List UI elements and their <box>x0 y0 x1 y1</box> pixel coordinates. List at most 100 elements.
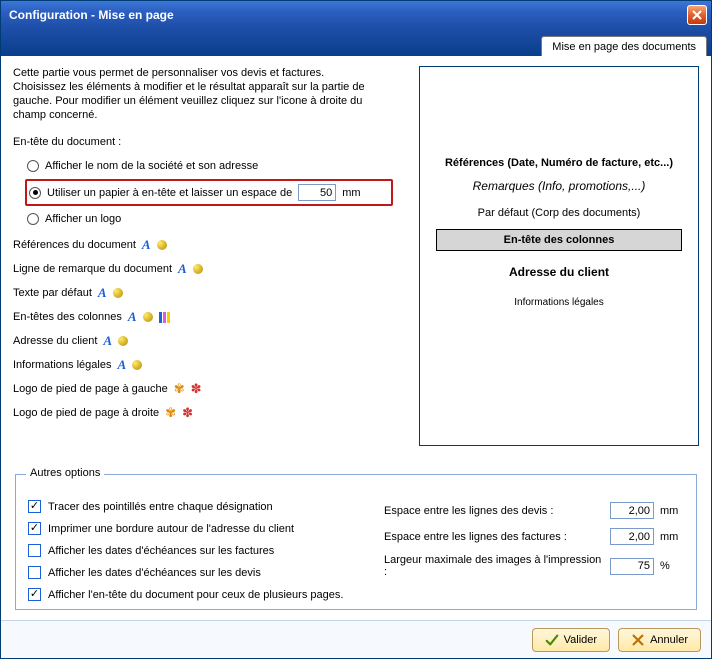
content-area: Cette partie vous permet de personnalise… <box>1 56 711 618</box>
checkbox-icon <box>28 500 41 513</box>
window-title: Configuration - Mise en page <box>9 8 174 22</box>
opt-label: Références du document <box>13 239 136 251</box>
preview-legal: Informations légales <box>430 297 688 308</box>
cancel-icon <box>631 633 645 647</box>
ok-button[interactable]: Valider <box>532 628 610 652</box>
checkbox-column: Tracer des pointillés entre chaque désig… <box>28 493 354 608</box>
opt-col-headers[interactable]: En-têtes des colonnes A <box>13 309 403 325</box>
opt-footer-logo-right[interactable]: Logo de pied de page à droite ✾ ✽ <box>13 405 403 421</box>
opt-label: Ligne de remarque du document <box>13 263 172 275</box>
footer-buttons: Valider Annuler <box>1 620 711 658</box>
opt-doc-refs[interactable]: Références du document A <box>13 237 403 253</box>
group-legend: Autres options <box>26 467 104 479</box>
factures-spacing-input[interactable] <box>610 528 654 545</box>
chk-border[interactable]: Imprimer une bordure autour de l'adresse… <box>28 520 354 537</box>
chk-quote-dates[interactable]: Afficher les dates d'échéances sur les d… <box>28 564 354 581</box>
preview-client-address: Adresse du client <box>430 265 688 279</box>
radio-show-company[interactable]: Afficher le nom de la société et son adr… <box>27 156 403 176</box>
radio-use-paper-label: Utiliser un papier à en-tête et laisser … <box>47 187 292 199</box>
spacing-column: Espace entre les lignes des devis : mm E… <box>384 493 684 608</box>
chk-label: Afficher l'en-tête du document pour ceux… <box>48 589 343 601</box>
preview-panel: Références (Date, Numéro de facture, etc… <box>419 66 699 446</box>
chk-label: Tracer des pointillés entre chaque désig… <box>48 501 273 513</box>
chk-label: Afficher les dates d'échéances sur les f… <box>48 545 274 557</box>
unit-mm: mm <box>342 187 360 199</box>
devis-spacing-input[interactable] <box>610 502 654 519</box>
checkbox-icon <box>28 588 41 601</box>
font-icon: A <box>98 285 107 301</box>
flower-icon-red: ✽ <box>182 405 193 421</box>
color-dot-icon <box>132 360 142 370</box>
flower-icon: ✾ <box>174 381 185 397</box>
radio-use-paper-highlight: Utiliser un papier à en-tête et laisser … <box>25 179 393 206</box>
opt-client-address[interactable]: Adresse du client A <box>13 333 403 349</box>
radio-show-logo[interactable]: Afficher un logo <box>27 209 403 229</box>
chk-multipage-header[interactable]: Afficher l'en-tête du document pour ceux… <box>28 586 354 603</box>
checkbox-icon <box>28 566 41 579</box>
color-dot-icon <box>157 240 167 250</box>
opt-remark-line[interactable]: Ligne de remarque du document A <box>13 261 403 277</box>
chk-label: Afficher les dates d'échéances sur les d… <box>48 567 261 579</box>
opt-label: Logo de pied de page à gauche <box>13 383 168 395</box>
opt-label: En-têtes des colonnes <box>13 311 122 323</box>
unit-mm: mm <box>660 505 684 517</box>
intro-text: Cette partie vous permet de personnalise… <box>13 66 393 122</box>
opt-legal-info[interactable]: Informations légales A <box>13 357 403 373</box>
other-options-group: Autres options Tracer des pointillés ent… <box>15 474 697 610</box>
header-section-label: En-tête du document : <box>13 136 403 148</box>
spacing-devis: Espace entre les lignes des devis : mm <box>384 502 684 519</box>
color-dot-icon <box>113 288 123 298</box>
chk-label: Imprimer une bordure autour de l'adresse… <box>48 523 294 535</box>
spacing-factures: Espace entre les lignes des factures : m… <box>384 528 684 545</box>
close-icon <box>692 10 702 20</box>
option-list: Références du document A Ligne de remarq… <box>13 237 403 421</box>
preview-remarks: Remarques (Info, promotions,...) <box>430 179 688 193</box>
opt-footer-logo-left[interactable]: Logo de pied de page à gauche ✾ ✽ <box>13 381 403 397</box>
cancel-label: Annuler <box>650 634 688 646</box>
opt-label: Adresse du client <box>13 335 97 347</box>
color-dot-icon <box>118 336 128 346</box>
radio-icon <box>27 213 39 225</box>
unit-mm: mm <box>660 531 684 543</box>
radio-icon <box>27 160 39 172</box>
font-icon: A <box>142 237 151 253</box>
preview-default: Par défaut (Corp des documents) <box>430 207 688 219</box>
font-icon: A <box>128 309 137 325</box>
preview-col-header: En-tête des colonnes <box>436 229 682 251</box>
cancel-button[interactable]: Annuler <box>618 628 701 652</box>
intro-line1: Cette partie vous permet de personnalise… <box>13 66 393 80</box>
radio-use-paper[interactable] <box>29 187 41 199</box>
opt-default-text[interactable]: Texte par défaut A <box>13 285 403 301</box>
font-icon: A <box>103 333 112 349</box>
close-button[interactable] <box>687 5 707 25</box>
titlebar: Configuration - Mise en page <box>1 1 711 28</box>
color-dot-icon <box>143 312 153 322</box>
sp-label: Largeur maximale des images à l'impressi… <box>384 554 604 578</box>
spacing-image-width: Largeur maximale des images à l'impressi… <box>384 554 684 578</box>
intro-line2: Choisissez les éléments à modifier et le… <box>13 80 393 122</box>
header-space-input[interactable] <box>298 184 336 201</box>
font-icon: A <box>178 261 187 277</box>
chk-dots[interactable]: Tracer des pointillés entre chaque désig… <box>28 498 354 515</box>
radio-label: Afficher un logo <box>45 213 121 225</box>
flower-icon-red: ✽ <box>191 381 202 397</box>
checkbox-icon <box>28 522 41 535</box>
ok-label: Valider <box>564 634 597 646</box>
opt-label: Informations légales <box>13 359 111 371</box>
flower-icon: ✾ <box>165 405 176 421</box>
sp-label: Espace entre les lignes des devis : <box>384 505 604 517</box>
left-column: Cette partie vous permet de personnalise… <box>13 66 403 429</box>
tab-page-layout[interactable]: Mise en page des documents <box>541 36 707 56</box>
checkbox-icon <box>28 544 41 557</box>
radio-label: Afficher le nom de la société et son adr… <box>45 160 258 172</box>
config-window: Configuration - Mise en page Mise en pag… <box>0 0 712 659</box>
image-width-input[interactable] <box>610 558 654 575</box>
columns-icon <box>159 312 170 323</box>
opt-label: Logo de pied de page à droite <box>13 407 159 419</box>
chk-invoice-dates[interactable]: Afficher les dates d'échéances sur les f… <box>28 542 354 559</box>
unit-percent: % <box>660 560 684 572</box>
check-icon <box>545 633 559 647</box>
tabbar: Mise en page des documents <box>1 28 711 56</box>
preview-refs: Références (Date, Numéro de facture, etc… <box>430 157 688 169</box>
color-dot-icon <box>193 264 203 274</box>
